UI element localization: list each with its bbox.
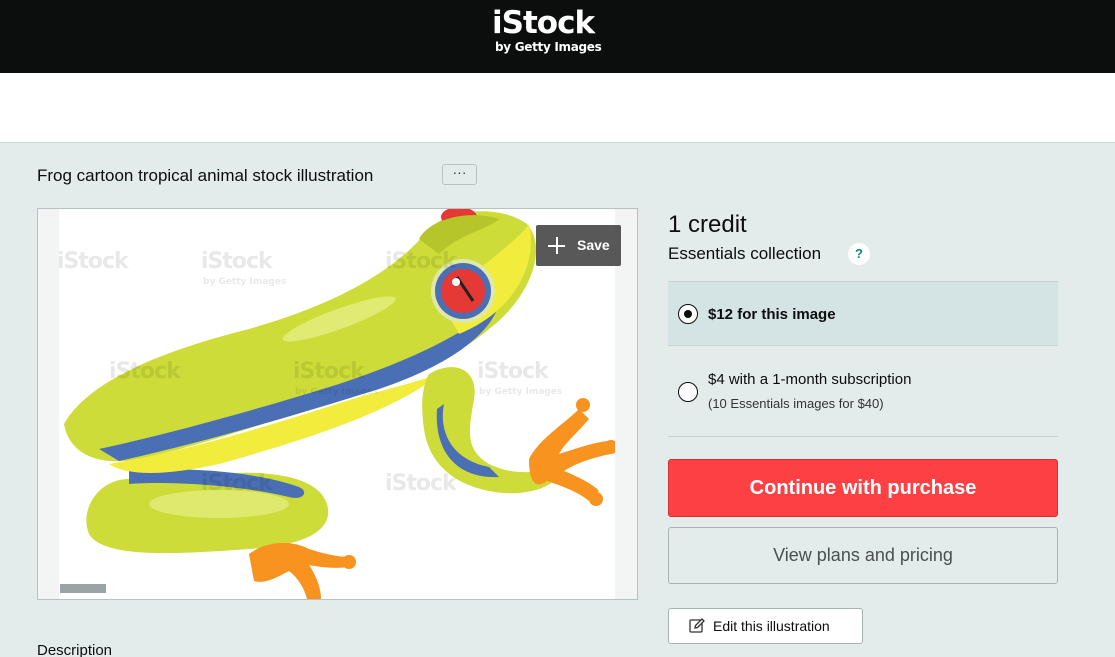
watermark: iStock <box>59 249 129 274</box>
top-navigation-bar: iStock by Getty Images <box>0 0 1115 73</box>
watermark: iStock <box>385 471 457 496</box>
watermark-subtitle: by Getty Images <box>295 387 379 397</box>
watermark-subtitle: by Getty Images <box>203 277 287 287</box>
credit-price: 1 credit <box>668 211 747 238</box>
view-plans-button[interactable]: View plans and pricing <box>668 527 1058 584</box>
more-options-button[interactable]: ··· <box>442 164 477 185</box>
save-button[interactable]: Save <box>536 225 621 266</box>
watermark: iStock <box>293 359 365 384</box>
price-option-single[interactable]: $12 for this image <box>668 281 1058 346</box>
watermark-subtitle: by Getty Images <box>479 387 563 397</box>
logo-wordmark: iStock <box>492 5 595 41</box>
edit-button-label: Edit this illustration <box>713 618 830 634</box>
collection-label: Essentials collection <box>668 244 822 263</box>
logo-subtitle: by Getty Images <box>495 40 602 54</box>
asset-preview[interactable]: iStock iStock iStock iStock iStock iStoc… <box>37 208 638 600</box>
price-option-subscription[interactable]: $4 with a 1-month subscription (10 Essen… <box>668 346 1058 437</box>
plus-icon <box>548 237 565 254</box>
watermark: iStock <box>385 249 457 274</box>
istock-logo[interactable]: iStock by Getty Images <box>492 6 612 58</box>
continue-purchase-button[interactable]: Continue with purchase <box>668 459 1058 517</box>
watermark: iStock <box>109 359 181 384</box>
image-id-badge <box>60 584 106 593</box>
frog-illustration-graphic <box>64 209 615 599</box>
radio-selected-icon[interactable] <box>678 304 698 324</box>
asset-title: Frog cartoon tropical animal stock illus… <box>37 166 374 185</box>
watermark: iStock <box>201 249 273 274</box>
pencil-icon <box>689 618 705 633</box>
watermark: iStock <box>201 471 273 496</box>
price-option-sublabel: (10 Essentials images for $40) <box>708 396 884 411</box>
radio-unselected-icon[interactable] <box>678 382 698 402</box>
help-icon[interactable]: ? <box>848 243 870 265</box>
price-option-label: $4 with a 1-month subscription <box>708 371 912 388</box>
secondary-bar <box>0 73 1115 143</box>
frog-illustration: iStock iStock iStock iStock iStock iStoc… <box>59 209 615 599</box>
edit-illustration-button[interactable]: Edit this illustration <box>668 608 863 644</box>
description-heading: Description <box>37 642 113 657</box>
price-option-label: $12 for this image <box>708 306 836 323</box>
save-button-label: Save <box>577 237 610 253</box>
watermark: iStock <box>477 359 549 384</box>
